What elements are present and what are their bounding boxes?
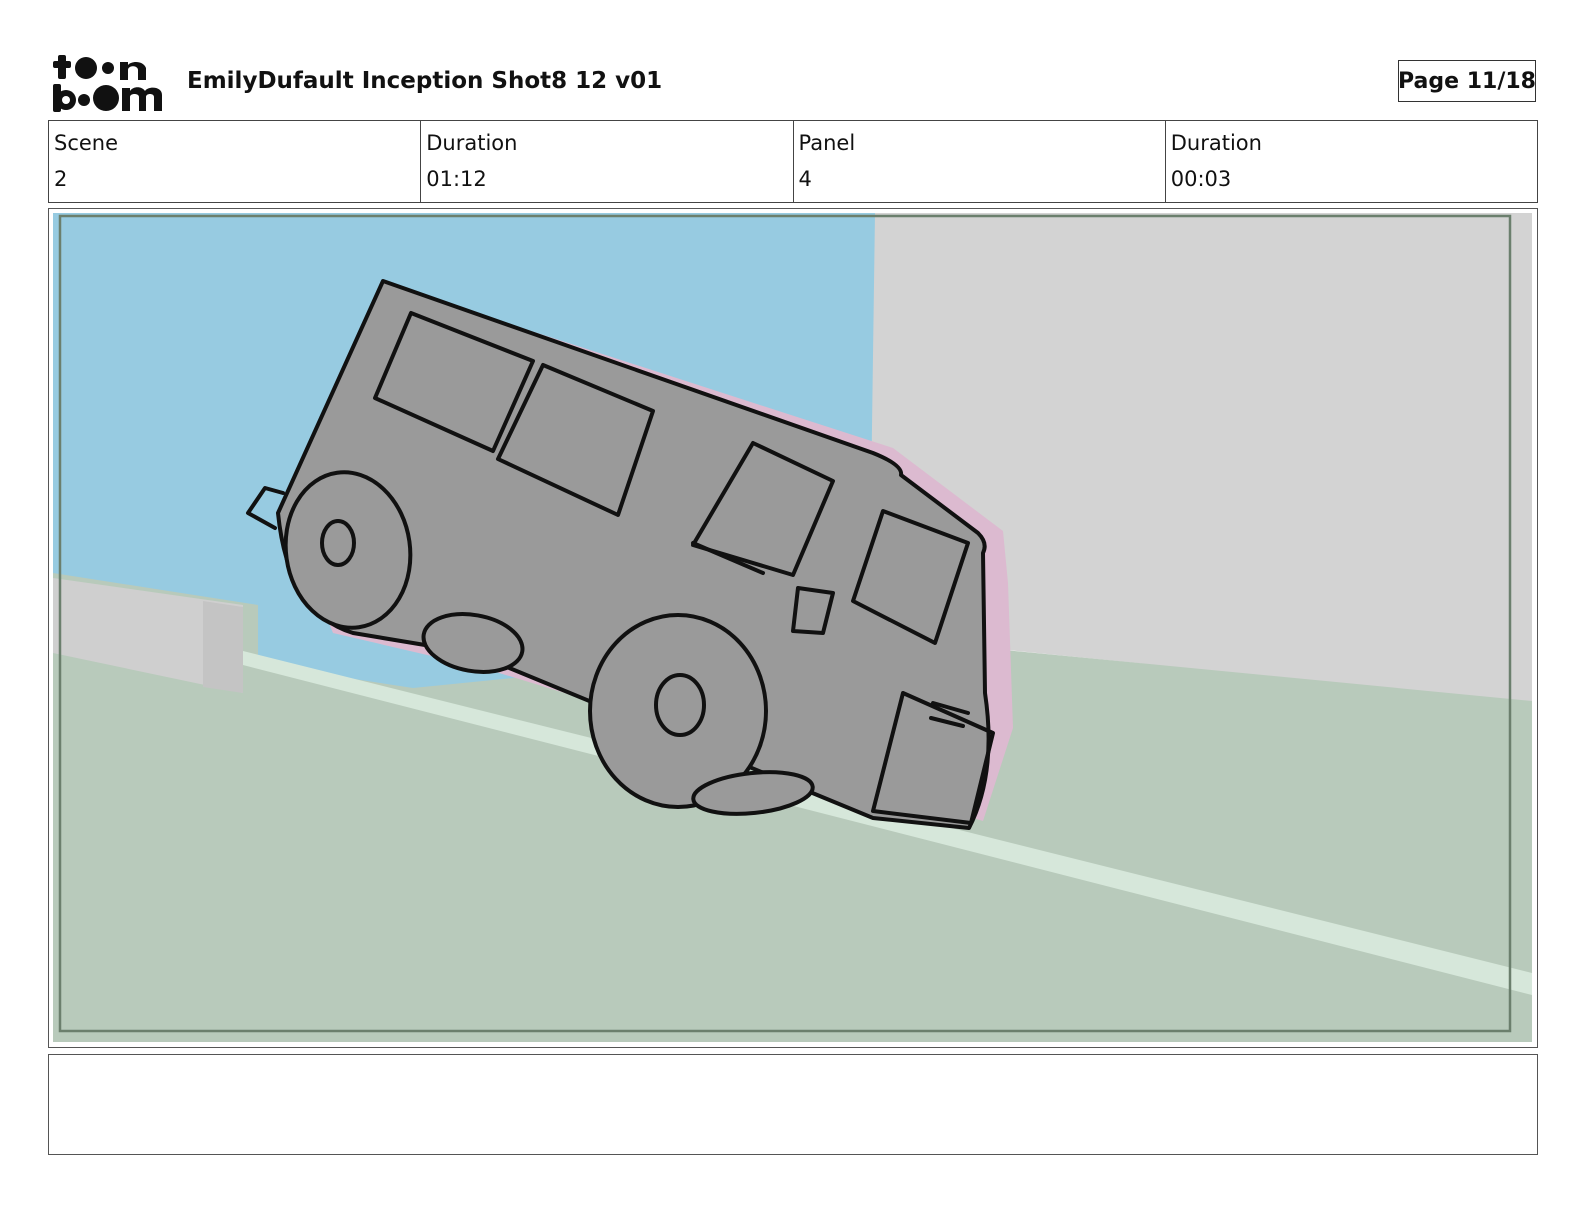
- scene-value: 2: [54, 167, 68, 191]
- document-title: EmilyDufault Inception Shot8 12 v01: [187, 68, 663, 94]
- storyboard-panel-van-icon: [53, 213, 1532, 1042]
- panel-duration-value: 00:03: [1170, 167, 1232, 191]
- panel-duration-label: Duration: [1170, 131, 1262, 155]
- scene-label: Scene: [54, 131, 119, 155]
- toonboom-logo-icon: [53, 55, 162, 112]
- scene-info-table: Scene 2 Duration 01:12 Panel 4 Duration …: [48, 120, 1538, 203]
- panel-notes-box: [48, 1054, 1538, 1155]
- storyboard-panel: [48, 208, 1538, 1048]
- scene-duration-value: 01:12: [426, 167, 487, 191]
- panel-label: Panel: [798, 131, 856, 155]
- panel-duration-cell: Duration 00:03: [1166, 121, 1537, 202]
- scene-duration-label: Duration: [426, 131, 518, 155]
- page-indicator: Page 11/18: [1398, 60, 1536, 102]
- scene-cell: Scene 2: [49, 121, 422, 202]
- scene-duration-cell: Duration 01:12: [421, 121, 794, 202]
- panel-cell: Panel 4: [794, 121, 1166, 202]
- panel-value: 4: [798, 167, 812, 191]
